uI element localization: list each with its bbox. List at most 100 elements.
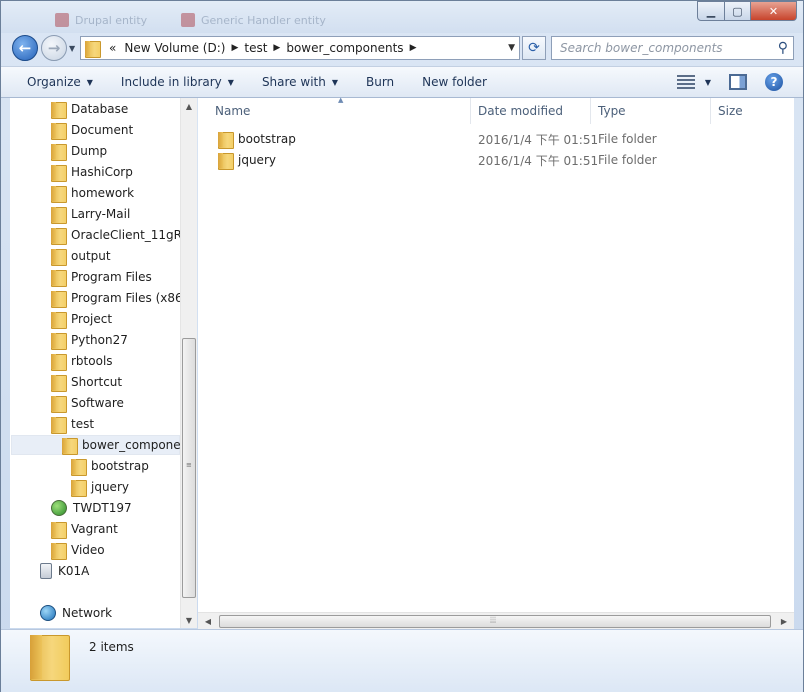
nav-tree-item[interactable]: Video bbox=[51, 540, 105, 560]
new-folder-button[interactable]: New folder bbox=[406, 67, 499, 97]
nav-tree-item[interactable]: bower_components bbox=[11, 435, 180, 455]
scrollbar-thumb[interactable]: ≡ bbox=[182, 338, 196, 598]
search-icon[interactable]: ⚲ bbox=[778, 40, 788, 56]
nav-tree-item[interactable]: TWDT197 bbox=[51, 498, 132, 518]
refresh-button[interactable]: ⟳ bbox=[522, 36, 546, 60]
recent-pages-dropdown[interactable]: ▼ bbox=[69, 44, 75, 53]
folder-icon bbox=[51, 416, 67, 434]
file-list-pane: ▲ Name Date modified Type Size bootstrap… bbox=[198, 96, 794, 629]
organize-button[interactable]: Organize ▼ bbox=[1, 67, 105, 97]
nav-tree-item[interactable]: Network bbox=[40, 603, 112, 623]
nav-tree-item[interactable]: Software bbox=[51, 393, 124, 413]
column-header-name[interactable]: Name bbox=[208, 98, 471, 124]
scroll-down-arrow-icon[interactable]: ▼ bbox=[181, 612, 197, 628]
nav-tree-item[interactable]: rbtools bbox=[51, 351, 113, 371]
nav-tree-item[interactable]: jquery bbox=[71, 477, 129, 497]
file-date-modified: 2016/1/4 下午 01:51 bbox=[478, 132, 599, 147]
details-pane: 2 items bbox=[1, 629, 803, 692]
nav-tree-item[interactable]: Project bbox=[51, 309, 112, 329]
nav-tree-item[interactable]: Program Files bbox=[51, 267, 152, 287]
breadcrumb-separator-icon[interactable]: ▶ bbox=[229, 43, 240, 53]
help-icon[interactable]: ? bbox=[765, 73, 783, 91]
nav-tree-item[interactable]: Python27 bbox=[51, 330, 128, 350]
scroll-left-arrow-icon[interactable]: ◀ bbox=[200, 613, 216, 629]
nav-tree-item[interactable]: K01A bbox=[40, 561, 89, 581]
nav-tree-item-label: homework bbox=[71, 186, 135, 200]
nav-tree-item[interactable]: test bbox=[51, 414, 94, 434]
share-with-button[interactable]: Share with ▼ bbox=[246, 67, 350, 97]
file-type: File folder bbox=[598, 132, 657, 146]
file-name-cell: bootstrap bbox=[218, 131, 296, 149]
folder-icon bbox=[51, 269, 67, 287]
nav-tree-item[interactable]: Program Files (x86) bbox=[51, 288, 180, 308]
breadcrumb-drive[interactable]: New Volume (D:) bbox=[120, 41, 229, 55]
horizontal-scrollbar[interactable]: ◀ ⦙⦙⦙ ▶ bbox=[198, 612, 794, 629]
change-view-icon[interactable] bbox=[676, 75, 695, 89]
maximize-button[interactable]: ▢ bbox=[725, 1, 751, 21]
scroll-right-arrow-icon[interactable]: ▶ bbox=[776, 613, 792, 629]
close-button[interactable]: ✕ bbox=[751, 1, 797, 21]
chevron-down-icon[interactable]: ▼ bbox=[705, 78, 711, 87]
forward-button[interactable]: → bbox=[41, 35, 67, 61]
folder-icon bbox=[51, 542, 67, 560]
title-bar: Drupal entity Generic Handler entity ▁ ▢… bbox=[1, 1, 803, 33]
breadcrumb-overflow[interactable]: « bbox=[105, 41, 120, 55]
nav-tree-item[interactable]: HashiCorp bbox=[51, 162, 133, 182]
preview-pane-icon[interactable] bbox=[729, 74, 747, 90]
burn-button[interactable]: Burn bbox=[350, 67, 406, 97]
nav-tree-item[interactable]: homework bbox=[51, 183, 134, 203]
nav-tree-item-label: Program Files (x86) bbox=[71, 291, 180, 305]
folder-tree: Database Document Dump HashiCorp homework Lar… bbox=[10, 98, 180, 628]
nav-tree-item[interactable]: Database bbox=[51, 99, 128, 119]
file-name: bootstrap bbox=[238, 132, 296, 146]
column-header-size[interactable]: Size bbox=[711, 98, 777, 124]
items-count: 2 items bbox=[89, 640, 134, 654]
column-header-type[interactable]: Type bbox=[591, 98, 711, 124]
column-header-date-modified[interactable]: Date modified bbox=[471, 98, 591, 124]
address-dropdown-icon[interactable]: ▼ bbox=[508, 43, 515, 53]
nav-tree-item[interactable]: output bbox=[51, 246, 111, 266]
share-with-label: Share with bbox=[261, 75, 326, 89]
breadcrumb-separator-icon[interactable]: ▶ bbox=[408, 43, 419, 53]
nav-tree-item[interactable]: Larry-Mail bbox=[51, 204, 130, 224]
nav-tree-item[interactable]: Vagrant bbox=[51, 519, 118, 539]
nav-tree-item[interactable]: Dump bbox=[51, 141, 107, 161]
scrollbar-thumb[interactable]: ⦙⦙⦙ bbox=[219, 615, 771, 628]
organize-label: Organize bbox=[27, 75, 81, 89]
nav-tree-item-label: bootstrap bbox=[91, 459, 149, 473]
explorer-window: Drupal entity Generic Handler entity ▁ ▢… bbox=[0, 0, 804, 692]
folder-icon bbox=[51, 521, 67, 539]
folder-icon bbox=[51, 395, 67, 413]
address-bar[interactable]: « New Volume (D:) ▶ test ▶ bower_compone… bbox=[80, 36, 520, 60]
search-input[interactable]: Search bower_components ⚲ bbox=[551, 36, 794, 60]
window-controls: ▁ ▢ ✕ bbox=[697, 1, 797, 21]
column-header-label: Date modified bbox=[478, 104, 564, 118]
nav-tree-item[interactable]: Document bbox=[51, 120, 133, 140]
breadcrumb-current[interactable]: bower_components bbox=[282, 41, 407, 55]
nav-tree-item[interactable]: bootstrap bbox=[71, 456, 149, 476]
background-window-tab: Generic Handler entity bbox=[181, 11, 326, 29]
breadcrumb-separator-icon[interactable]: ▶ bbox=[271, 43, 282, 53]
nav-tree-item-label: OracleClient_11gR2 bbox=[71, 228, 180, 242]
nav-tree-item[interactable]: Shortcut bbox=[51, 372, 122, 392]
folder-icon bbox=[51, 248, 67, 266]
folder-icon bbox=[62, 437, 78, 455]
nav-tree-item-label: Larry-Mail bbox=[71, 207, 131, 221]
scroll-up-arrow-icon[interactable]: ▲ bbox=[181, 98, 197, 114]
back-button[interactable]: ← bbox=[12, 35, 38, 61]
navigation-scrollbar[interactable]: ▲ ≡ ▼ bbox=[180, 98, 197, 628]
file-row[interactable]: bootstrap 2016/1/4 下午 01:51 File folder bbox=[198, 129, 794, 149]
nav-tree-item-label: output bbox=[71, 249, 111, 263]
breadcrumb-test[interactable]: test bbox=[240, 41, 271, 55]
file-date-modified: 2016/1/4 下午 01:51 bbox=[478, 153, 599, 168]
nav-tree-item-label: Network bbox=[62, 606, 113, 620]
folder-icon bbox=[51, 374, 67, 392]
toolbar-right-group: ▼ ? bbox=[676, 67, 803, 97]
folder-icon bbox=[51, 227, 67, 245]
back-arrow-icon: ← bbox=[18, 39, 32, 57]
nav-tree-item-label: Program Files bbox=[71, 270, 152, 284]
include-in-library-button[interactable]: Include in library ▼ bbox=[105, 67, 246, 97]
nav-tree-item[interactable]: OracleClient_11gR2 bbox=[51, 225, 180, 245]
file-row[interactable]: jquery 2016/1/4 下午 01:51 File folder bbox=[198, 150, 794, 170]
minimize-button[interactable]: ▁ bbox=[697, 1, 725, 21]
